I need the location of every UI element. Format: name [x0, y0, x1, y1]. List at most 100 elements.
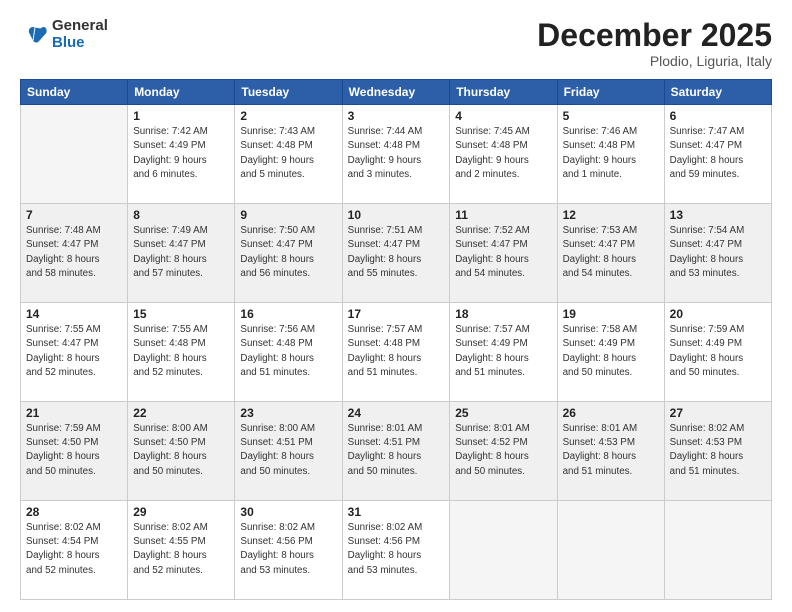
table-row: 28Sunrise: 8:02 AMSunset: 4:54 PMDayligh… [21, 501, 128, 600]
day-info: Sunrise: 8:01 AMSunset: 4:51 PMDaylight:… [348, 422, 445, 479]
table-row: 12 Sunrise: 7:53 AMSunset: 4:47 PMDayligh… [557, 204, 664, 303]
day-number: 30 [240, 505, 336, 519]
day-info: Sunrise: 7:56 AMSunset: 4:48 PMDaylight:… [240, 323, 336, 380]
day-number: 15 [133, 307, 229, 321]
day-number: 24 [348, 406, 445, 420]
table-row: 8Sunrise: 7:49 AMSunset: 4:47 PMDaylight… [128, 204, 235, 303]
day-info: Sunrise: 7:55 AMSunset: 4:47 PMDaylight:… [26, 323, 122, 380]
table-row: 15 Sunrise: 7:55 AMSunset: 4:48 PMDayligh… [128, 303, 235, 402]
day-info: Sunrise: 7:51 AMSunset: 4:47 PMDaylight:… [348, 224, 445, 281]
table-row: 20Sunrise: 7:59 AMSunset: 4:49 PMDayligh… [664, 303, 771, 402]
day-number: 23 [240, 406, 336, 420]
table-row: 1 Sunrise: 7:42 AMSunset: 4:49 PMDaylight… [128, 105, 235, 204]
day-info: Sunrise: 7:47 AMSunset: 4:47 PMDaylight:… [670, 125, 766, 182]
day-number: 3 [348, 109, 445, 123]
day-number: 14 [26, 307, 122, 321]
day-number: 25 [455, 406, 551, 420]
location: Plodio, Liguria, Italy [537, 53, 772, 69]
month-title: December 2025 [537, 18, 772, 53]
table-row [664, 501, 771, 600]
table-row: 27 Sunrise: 8:02 AMSunset: 4:53 PMDayligh… [664, 402, 771, 501]
day-info: Sunrise: 7:58 AMSunset: 4:49 PMDaylight:… [563, 323, 659, 380]
table-row [450, 501, 557, 600]
calendar-week-row: 7Sunrise: 7:48 AMSunset: 4:47 PMDaylight… [21, 204, 772, 303]
day-number: 31 [348, 505, 445, 519]
calendar-week-row: 28Sunrise: 8:02 AMSunset: 4:54 PMDayligh… [21, 501, 772, 600]
day-info: Sunrise: 7:57 AMSunset: 4:49 PMDaylight:… [455, 323, 551, 380]
day-number: 13 [670, 208, 766, 222]
day-info: Sunrise: 7:43 AMSunset: 4:48 PMDaylight:… [240, 125, 336, 182]
calendar-table: Sunday Monday Tuesday Wednesday Thursday… [20, 79, 772, 600]
table-row: 22 Sunrise: 8:00 AMSunset: 4:50 PMDayligh… [128, 402, 235, 501]
table-row: 16 Sunrise: 7:56 AMSunset: 4:48 PMDayligh… [235, 303, 342, 402]
day-info: Sunrise: 8:00 AMSunset: 4:50 PMDaylight:… [133, 422, 229, 479]
table-row: 24 Sunrise: 8:01 AMSunset: 4:51 PMDayligh… [342, 402, 450, 501]
day-info: Sunrise: 8:01 AMSunset: 4:52 PMDaylight:… [455, 422, 551, 479]
calendar-week-row: 14 Sunrise: 7:55 AMSunset: 4:47 PMDayligh… [21, 303, 772, 402]
day-number: 2 [240, 109, 336, 123]
day-number: 10 [348, 208, 445, 222]
header: General Blue December 2025 Plodio, Ligur… [20, 18, 772, 69]
day-number: 12 [563, 208, 659, 222]
day-info: Sunrise: 8:02 AMSunset: 4:56 PMDaylight:… [348, 521, 445, 578]
table-row: 11 Sunrise: 7:52 AMSunset: 4:47 PMDayligh… [450, 204, 557, 303]
day-number: 16 [240, 307, 336, 321]
col-sunday: Sunday [21, 80, 128, 105]
day-info: Sunrise: 7:53 AMSunset: 4:47 PMDaylight:… [563, 224, 659, 281]
day-info: Sunrise: 8:02 AMSunset: 4:55 PMDaylight:… [133, 521, 229, 578]
day-info: Sunrise: 8:02 AMSunset: 4:53 PMDaylight:… [670, 422, 766, 479]
table-row [557, 501, 664, 600]
table-row: 26Sunrise: 8:01 AMSunset: 4:53 PMDayligh… [557, 402, 664, 501]
table-row: 10 Sunrise: 7:51 AMSunset: 4:47 PMDayligh… [342, 204, 450, 303]
table-row: 25 Sunrise: 8:01 AMSunset: 4:52 PMDayligh… [450, 402, 557, 501]
page: General Blue December 2025 Plodio, Ligur… [0, 0, 792, 612]
logo-blue-text: Blue [52, 35, 108, 52]
col-friday: Friday [557, 80, 664, 105]
day-info: Sunrise: 8:01 AMSunset: 4:53 PMDaylight:… [563, 422, 659, 479]
day-info: Sunrise: 7:59 AMSunset: 4:50 PMDaylight:… [26, 422, 122, 479]
day-number: 22 [133, 406, 229, 420]
table-row: 19 Sunrise: 7:58 AMSunset: 4:49 PMDayligh… [557, 303, 664, 402]
table-row: 18Sunrise: 7:57 AMSunset: 4:49 PMDayligh… [450, 303, 557, 402]
day-info: Sunrise: 7:44 AMSunset: 4:48 PMDaylight:… [348, 125, 445, 182]
table-row: 17 Sunrise: 7:57 AMSunset: 4:48 PMDayligh… [342, 303, 450, 402]
day-number: 6 [670, 109, 766, 123]
table-row: 3 Sunrise: 7:44 AMSunset: 4:48 PMDaylight… [342, 105, 450, 204]
table-row: 2 Sunrise: 7:43 AMSunset: 4:48 PMDaylight… [235, 105, 342, 204]
day-number: 28 [26, 505, 122, 519]
calendar-week-row: 21Sunrise: 7:59 AMSunset: 4:50 PMDayligh… [21, 402, 772, 501]
table-row: 31 Sunrise: 8:02 AMSunset: 4:56 PMDayligh… [342, 501, 450, 600]
day-info: Sunrise: 7:50 AMSunset: 4:47 PMDaylight:… [240, 224, 336, 281]
table-row: 14 Sunrise: 7:55 AMSunset: 4:47 PMDayligh… [21, 303, 128, 402]
day-number: 1 [133, 109, 229, 123]
logo-text: General Blue [52, 18, 108, 51]
table-row: 4Sunrise: 7:45 AMSunset: 4:48 PMDaylight… [450, 105, 557, 204]
day-number: 17 [348, 307, 445, 321]
day-number: 7 [26, 208, 122, 222]
table-row: 5 Sunrise: 7:46 AMSunset: 4:48 PMDaylight… [557, 105, 664, 204]
day-info: Sunrise: 7:57 AMSunset: 4:48 PMDaylight:… [348, 323, 445, 380]
day-number: 11 [455, 208, 551, 222]
day-number: 4 [455, 109, 551, 123]
logo-icon [20, 21, 48, 49]
col-monday: Monday [128, 80, 235, 105]
day-info: Sunrise: 7:59 AMSunset: 4:49 PMDaylight:… [670, 323, 766, 380]
day-number: 29 [133, 505, 229, 519]
day-info: Sunrise: 7:55 AMSunset: 4:48 PMDaylight:… [133, 323, 229, 380]
day-number: 5 [563, 109, 659, 123]
day-info: Sunrise: 7:46 AMSunset: 4:48 PMDaylight:… [563, 125, 659, 182]
logo-general-text: General [52, 18, 108, 35]
day-info: Sunrise: 7:42 AMSunset: 4:49 PMDaylight:… [133, 125, 229, 182]
day-number: 19 [563, 307, 659, 321]
day-info: Sunrise: 8:00 AMSunset: 4:51 PMDaylight:… [240, 422, 336, 479]
day-info: Sunrise: 7:52 AMSunset: 4:47 PMDaylight:… [455, 224, 551, 281]
table-row: 6 Sunrise: 7:47 AMSunset: 4:47 PMDaylight… [664, 105, 771, 204]
day-info: Sunrise: 7:54 AMSunset: 4:47 PMDaylight:… [670, 224, 766, 281]
day-number: 27 [670, 406, 766, 420]
col-saturday: Saturday [664, 80, 771, 105]
col-thursday: Thursday [450, 80, 557, 105]
title-area: December 2025 Plodio, Liguria, Italy [537, 18, 772, 69]
table-row: 7Sunrise: 7:48 AMSunset: 4:47 PMDaylight… [21, 204, 128, 303]
calendar-week-row: 1 Sunrise: 7:42 AMSunset: 4:49 PMDaylight… [21, 105, 772, 204]
table-row: 30Sunrise: 8:02 AMSunset: 4:56 PMDayligh… [235, 501, 342, 600]
